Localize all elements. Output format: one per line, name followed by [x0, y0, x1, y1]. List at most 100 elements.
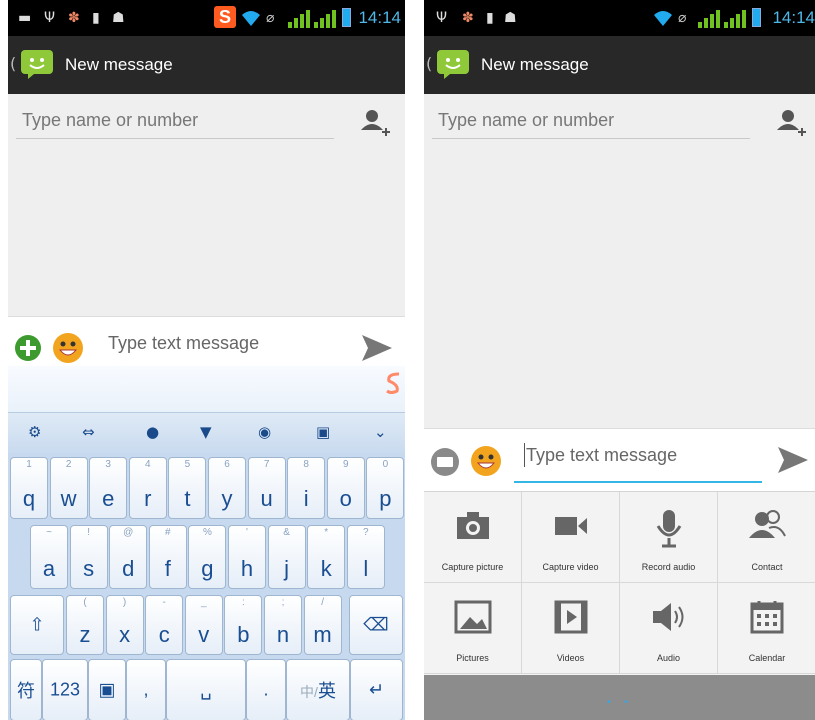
keyboard: 1q2w3e4r5t6y7u8i9o0p ~ a! s @ d # f% g ' h & j * k? l … [8, 453, 405, 720]
capture-picture-button[interactable]: Capture picture [424, 492, 522, 583]
key-o[interactable]: 9o [326, 457, 365, 519]
microphone-icon [656, 510, 681, 548]
wifi-icon [242, 11, 260, 26]
key-z[interactable]: (z [66, 595, 104, 655]
key-x[interactable]: ) x [105, 595, 144, 655]
key-m[interactable]: / m [303, 595, 342, 655]
key-c[interactable]: -c [145, 595, 184, 655]
voice-input-icon[interactable]: ● [146, 423, 159, 441]
add-contact-icon[interactable] [360, 108, 390, 140]
add-contact-icon[interactable] [776, 108, 806, 140]
recipient-placeholder: Type name or number [22, 110, 199, 130]
messaging-app-icon[interactable] [436, 49, 470, 79]
key-i[interactable]: 8i [287, 457, 326, 519]
ime-settings-icon[interactable]: ⚙ [28, 423, 41, 441]
back-icon[interactable]: ( [10, 54, 16, 73]
symbols-key[interactable]: 符 [10, 659, 42, 720]
key-q[interactable]: 1q [10, 457, 48, 519]
picture-icon [454, 600, 491, 634]
page-indicator-bar: • • [424, 675, 815, 720]
key-e[interactable]: 3e [89, 457, 128, 519]
key-j[interactable]: & j [267, 525, 306, 589]
page-title: New message [65, 55, 173, 74]
attach-plus-icon[interactable] [14, 334, 42, 362]
collapse-keyboard-icon[interactable]: ⌄ [374, 423, 387, 441]
notification-icon: ▬ [18, 10, 32, 26]
status-bar: ▬ Ψ ✽ ▮ ☗ S ⌀ 14:14 [8, 0, 405, 36]
key-p[interactable]: 0p [366, 457, 405, 519]
message-input[interactable]: Type text message [108, 333, 259, 354]
period-key[interactable]: . [246, 659, 286, 720]
messaging-app-icon[interactable] [20, 49, 54, 79]
camera-ocr-icon[interactable]: ▣ [316, 423, 330, 441]
signal-icon [314, 10, 340, 28]
key-a[interactable]: ~ a [30, 525, 68, 589]
emoji-icon[interactable] [52, 332, 84, 364]
record-audio-button[interactable]: Record audio [620, 492, 718, 583]
comma-key[interactable]: , [126, 659, 166, 720]
notification-icon: ✽ [462, 10, 474, 26]
clock: 14:14 [358, 8, 401, 27]
key-k[interactable]: * k [307, 525, 346, 589]
key-n[interactable]: ; n [264, 595, 302, 655]
send-icon[interactable] [360, 333, 394, 363]
suggestion-strip [8, 366, 405, 412]
wifi-icon [654, 11, 672, 26]
signal-icon [724, 10, 750, 28]
emoji-icon[interactable] [470, 445, 502, 477]
attachment-grid: Capture picture Capture video Record aud… [424, 491, 815, 676]
back-icon[interactable]: ( [426, 54, 432, 73]
key-s[interactable]: ! s [69, 525, 108, 589]
emoticon-key[interactable]: ▣ [88, 659, 126, 720]
key-h[interactable]: ' h [228, 525, 266, 589]
ime-toolbar: ⚙ ⇔ ● ▼ ◉ ▣ ⌄ [8, 412, 405, 454]
contact-icon [749, 510, 786, 538]
key-u[interactable]: 7u [247, 457, 286, 519]
recipient-placeholder: Type name or number [438, 110, 615, 130]
recipient-field[interactable]: Type name or number [16, 104, 334, 139]
expression-icon[interactable]: ◉ [258, 423, 271, 441]
language-switch-key[interactable]: 中/英 [286, 659, 350, 720]
status-bar: Ψ ✽ ▮ ☗ ⌀ 14:14 [424, 0, 815, 36]
capture-video-button[interactable]: Capture video [522, 492, 620, 583]
message-input[interactable]: Type text message [526, 445, 677, 466]
pictures-button[interactable]: Pictures [424, 583, 522, 674]
usb-icon: Ψ [44, 10, 56, 26]
key-g[interactable]: % g [188, 525, 227, 589]
alarm-icon: ⌀ [266, 10, 275, 26]
sogou-icon: S [214, 6, 236, 28]
input-underline [514, 481, 762, 483]
key-d[interactable]: @ d [109, 525, 148, 589]
alarm-icon: ⌀ [678, 10, 687, 26]
space-key[interactable]: ␣ [166, 659, 246, 720]
video-file-icon [554, 600, 587, 634]
key-y[interactable]: 6y [208, 457, 246, 519]
phone-screen-attachments: Ψ ✽ ▮ ☗ ⌀ 14:14 ( New message Type name … [424, 0, 815, 720]
contact-button[interactable]: Contact [718, 492, 815, 583]
key-b[interactable]: :b [224, 595, 263, 655]
usb-icon: Ψ [436, 10, 448, 26]
skin-icon[interactable]: ▼ [200, 423, 212, 441]
speaker-icon [652, 603, 683, 631]
cursor-move-icon[interactable]: ⇔ [82, 423, 95, 441]
battery-icon [342, 8, 351, 27]
keyboard-toggle-icon[interactable] [430, 447, 460, 477]
shift-key[interactable]: ⇧ [10, 595, 64, 655]
key-w[interactable]: 2w [49, 457, 88, 519]
enter-key[interactable]: ↵ [350, 659, 403, 720]
notification-icon: ✽ [68, 10, 80, 26]
key-t[interactable]: 5t [168, 457, 207, 519]
numbers-key[interactable]: 123 [42, 659, 88, 720]
audio-button[interactable]: Audio [620, 583, 718, 674]
calendar-button[interactable]: Calendar [718, 583, 815, 674]
key-v[interactable]: _ v [184, 595, 223, 655]
text-cursor [524, 443, 525, 467]
videos-button[interactable]: Videos [522, 583, 620, 674]
recipient-field[interactable]: Type name or number [432, 104, 750, 139]
battery-icon [752, 8, 761, 27]
key-l[interactable]: ? l [346, 525, 385, 589]
delete-key[interactable]: ⌫ [349, 595, 403, 655]
send-icon[interactable] [776, 445, 810, 475]
key-f[interactable]: # f [148, 525, 187, 589]
key-r[interactable]: 4r [128, 457, 167, 519]
